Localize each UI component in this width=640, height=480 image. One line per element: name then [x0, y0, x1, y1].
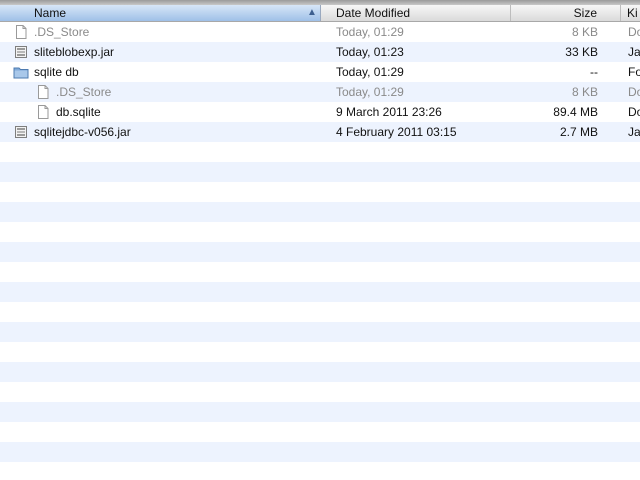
empty-list-row[interactable] — [0, 242, 640, 262]
jar-icon — [13, 124, 29, 140]
file-row[interactable]: db.sqlite 9 March 2011 23:26 89.4 MB Do — [0, 102, 640, 122]
document-icon — [35, 84, 51, 100]
file-size: 8 KB — [571, 85, 598, 99]
file-name: sqlite db — [34, 65, 79, 79]
file-size: 8 KB — [571, 25, 598, 39]
file-date-modified: 9 March 2011 23:26 — [336, 105, 442, 119]
file-row[interactable]: sqlite db Today, 01:29 -- Fo — [0, 62, 640, 82]
empty-list-row[interactable] — [0, 262, 640, 282]
file-row[interactable]: sqlitejdbc-v056.jar 4 February 2011 03:15… — [0, 122, 640, 142]
empty-list-row[interactable] — [0, 142, 640, 162]
empty-list-row[interactable] — [0, 162, 640, 182]
file-date-modified: Today, 01:29 — [336, 85, 404, 99]
empty-list-row[interactable] — [0, 282, 640, 302]
document-icon — [13, 24, 29, 40]
column-header-name[interactable]: Name — [0, 5, 321, 21]
file-kind: Fo — [628, 65, 640, 79]
file-row[interactable]: sliteblobexp.jar Today, 01:23 33 KB Jav — [0, 42, 640, 62]
column-header-kind[interactable]: Ki — [621, 5, 640, 21]
column-header-date-label: Date Modified — [336, 6, 411, 20]
file-name: db.sqlite — [56, 105, 101, 119]
file-name: sqlitejdbc-v056.jar — [34, 125, 131, 139]
jar-icon — [13, 44, 29, 60]
file-date-modified: Today, 01:23 — [336, 45, 404, 59]
column-header-size-label: Size — [573, 6, 597, 20]
document-icon — [35, 104, 51, 120]
column-header-size[interactable]: Size — [511, 5, 621, 21]
file-size: 89.4 MB — [553, 105, 598, 119]
file-size: -- — [590, 65, 598, 79]
empty-list-row[interactable] — [0, 362, 640, 382]
file-kind: Do — [628, 105, 640, 119]
file-date-modified: Today, 01:29 — [336, 65, 404, 79]
empty-list-row[interactable] — [0, 422, 640, 442]
file-name: .DS_Store — [56, 85, 112, 99]
column-header-name-label: Name — [34, 6, 67, 20]
file-kind: Jav — [628, 45, 640, 59]
empty-list-row[interactable] — [0, 442, 640, 462]
file-kind: Jav — [628, 125, 640, 139]
file-name: sliteblobexp.jar — [34, 45, 115, 59]
empty-list-row[interactable] — [0, 302, 640, 322]
sort-ascending-icon[interactable]: ▲ — [307, 8, 317, 18]
folder-icon — [13, 64, 29, 80]
column-header-date-modified[interactable]: Date Modified — [321, 5, 511, 21]
file-kind: Do — [628, 25, 640, 39]
file-kind: Do — [628, 85, 640, 99]
finder-list-view: Name ▲ Date Modified Size Ki .DS_Store To… — [0, 0, 640, 480]
column-header-kind-label: Ki — [627, 6, 638, 20]
empty-list-row[interactable] — [0, 322, 640, 342]
file-list: .DS_Store Today, 01:29 8 KB Do sliteblobexp.… — [0, 22, 640, 480]
file-size: 2.7 MB — [559, 125, 598, 139]
file-date-modified: Today, 01:29 — [336, 25, 404, 39]
empty-list-row[interactable] — [0, 342, 640, 362]
file-row[interactable]: .DS_Store Today, 01:29 8 KB Do — [0, 22, 640, 42]
empty-list-row[interactable] — [0, 382, 640, 402]
empty-list-row[interactable] — [0, 462, 640, 480]
column-header-bar: Name ▲ Date Modified Size Ki — [0, 5, 640, 22]
empty-list-row[interactable] — [0, 202, 640, 222]
empty-list-row[interactable] — [0, 182, 640, 202]
file-size: 33 KB — [565, 45, 598, 59]
file-name: .DS_Store — [34, 25, 90, 39]
empty-list-row[interactable] — [0, 222, 640, 242]
file-row[interactable]: .DS_Store Today, 01:29 8 KB Do — [0, 82, 640, 102]
empty-list-row[interactable] — [0, 402, 640, 422]
file-date-modified: 4 February 2011 03:15 — [336, 125, 457, 139]
